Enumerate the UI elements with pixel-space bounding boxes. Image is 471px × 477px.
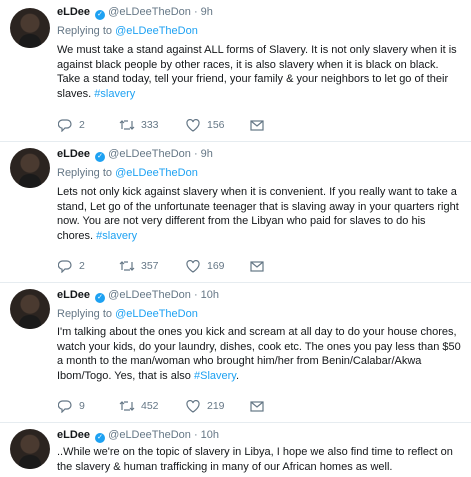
separator-dot: · bbox=[193, 148, 198, 160]
reply-button[interactable]: 9 bbox=[57, 399, 85, 413]
tweet-4[interactable]: eLDee ✓ @eLDeeTheDon · 10h ..While we're… bbox=[0, 423, 471, 477]
replying-target-link[interactable]: @eLDeeTheDon bbox=[115, 167, 198, 179]
tweet-header: eLDee ✓ @eLDeeTheDon · 10h bbox=[57, 429, 219, 445]
message-button[interactable] bbox=[249, 118, 265, 132]
tweet-3[interactable]: eLDee ✓ @eLDeeTheDon · 10h Replying to @… bbox=[0, 283, 471, 422]
like-icon bbox=[185, 399, 201, 413]
replying-to: Replying to @eLDeeTheDon bbox=[57, 308, 198, 320]
verified-badge-icon: ✓ bbox=[95, 152, 106, 162]
tweet-header: eLDee ✓ @eLDeeTheDon · 10h bbox=[57, 289, 219, 305]
separator-dot: · bbox=[193, 6, 198, 18]
separator-dot: · bbox=[193, 429, 198, 441]
user-name[interactable]: eLDee bbox=[57, 148, 90, 160]
replying-target-link[interactable]: @eLDeeTheDon bbox=[115, 308, 198, 320]
like-button[interactable]: 169 bbox=[185, 259, 225, 273]
user-name[interactable]: eLDee bbox=[57, 6, 90, 18]
message-icon bbox=[249, 399, 265, 413]
tweet-text: ..While we're on the topic of slavery in… bbox=[57, 445, 463, 474]
replying-to: Replying to @eLDeeTheDon bbox=[57, 167, 198, 179]
user-name[interactable]: eLDee bbox=[57, 289, 90, 301]
separator-dot: · bbox=[193, 289, 198, 301]
tweet-text-content: I'm talking about the ones you kick and … bbox=[57, 326, 461, 382]
retweet-icon bbox=[119, 259, 135, 273]
tweet-2[interactable]: eLDee ✓ @eLDeeTheDon · 9h Replying to @e… bbox=[0, 142, 471, 282]
retweet-icon bbox=[119, 118, 135, 132]
like-count: 156 bbox=[207, 119, 225, 131]
verified-badge-icon: ✓ bbox=[95, 433, 106, 443]
reply-button[interactable]: 2 bbox=[57, 118, 85, 132]
reply-count: 2 bbox=[79, 119, 85, 131]
avatar[interactable] bbox=[10, 8, 50, 48]
replying-prefix: Replying to bbox=[57, 25, 113, 37]
user-handle[interactable]: @eLDeeTheDon bbox=[108, 429, 191, 441]
tweet-header: eLDee ✓ @eLDeeTheDon · 9h bbox=[57, 6, 213, 22]
retweet-count: 452 bbox=[141, 400, 159, 412]
message-icon bbox=[249, 118, 265, 132]
tweet-text: Lets not only kick against slavery when … bbox=[57, 185, 463, 243]
replying-prefix: Replying to bbox=[57, 167, 113, 179]
user-handle[interactable]: @eLDeeTheDon bbox=[108, 6, 191, 18]
tweet-text: We must take a stand against ALL forms o… bbox=[57, 43, 463, 101]
reply-icon bbox=[57, 259, 73, 273]
replying-target-link[interactable]: @eLDeeTheDon bbox=[115, 25, 198, 37]
replying-to: Replying to @eLDeeTheDon bbox=[57, 25, 198, 37]
tweet-time[interactable]: 10h bbox=[201, 429, 219, 441]
avatar[interactable] bbox=[10, 289, 50, 329]
like-icon bbox=[185, 259, 201, 273]
reply-icon bbox=[57, 118, 73, 132]
like-button[interactable]: 219 bbox=[185, 399, 225, 413]
like-button[interactable]: 156 bbox=[185, 118, 225, 132]
reply-count: 2 bbox=[79, 260, 85, 272]
tweet-text: I'm talking about the ones you kick and … bbox=[57, 325, 463, 383]
message-button[interactable] bbox=[249, 399, 265, 413]
retweet-count: 357 bbox=[141, 260, 159, 272]
user-handle[interactable]: @eLDeeTheDon bbox=[108, 148, 191, 160]
retweet-count: 333 bbox=[141, 119, 159, 131]
like-icon bbox=[185, 118, 201, 132]
retweet-button[interactable]: 452 bbox=[119, 399, 159, 413]
tweet-text-content: ..While we're on the topic of slavery in… bbox=[57, 446, 453, 473]
tweet-1[interactable]: eLDee ✓ @eLDeeTheDon · 9h Replying to @e… bbox=[0, 0, 471, 141]
retweet-button[interactable]: 357 bbox=[119, 259, 159, 273]
tweet-header: eLDee ✓ @eLDeeTheDon · 9h bbox=[57, 148, 213, 164]
user-handle[interactable]: @eLDeeTheDon bbox=[108, 289, 191, 301]
user-name[interactable]: eLDee bbox=[57, 429, 90, 441]
avatar[interactable] bbox=[10, 148, 50, 188]
hashtag-link[interactable]: #Slavery bbox=[194, 370, 236, 382]
hashtag-link[interactable]: #slavery bbox=[96, 230, 137, 242]
reply-count: 9 bbox=[79, 400, 85, 412]
tweet-time[interactable]: 9h bbox=[201, 6, 213, 18]
retweet-icon bbox=[119, 399, 135, 413]
message-icon bbox=[249, 259, 265, 273]
reply-button[interactable]: 2 bbox=[57, 259, 85, 273]
verified-badge-icon: ✓ bbox=[95, 10, 106, 20]
reply-icon bbox=[57, 399, 73, 413]
replying-prefix: Replying to bbox=[57, 308, 113, 320]
avatar[interactable] bbox=[10, 429, 50, 469]
tweet-time[interactable]: 10h bbox=[201, 289, 219, 301]
tweet-time[interactable]: 9h bbox=[201, 148, 213, 160]
hashtag-link[interactable]: #slavery bbox=[94, 88, 135, 100]
message-button[interactable] bbox=[249, 259, 265, 273]
like-count: 169 bbox=[207, 260, 225, 272]
retweet-button[interactable]: 333 bbox=[119, 118, 159, 132]
verified-badge-icon: ✓ bbox=[95, 293, 106, 303]
tweet-text-suffix: . bbox=[235, 369, 240, 382]
like-count: 219 bbox=[207, 400, 225, 412]
